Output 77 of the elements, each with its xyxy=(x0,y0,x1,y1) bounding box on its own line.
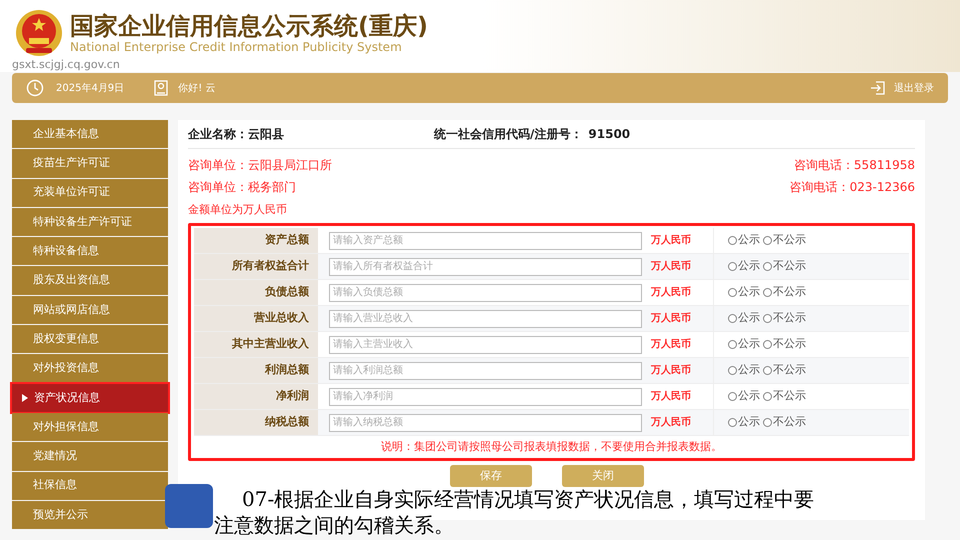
sidebar-item[interactable]: 党建情况 xyxy=(12,442,168,471)
sidebar-item[interactable]: 疫苗生产许可证 xyxy=(12,149,168,178)
radio-option[interactable]: 不公示 xyxy=(763,284,806,301)
unit-text: 万人民币 xyxy=(651,260,692,274)
user-icon xyxy=(154,80,168,96)
sidebar-item[interactable]: 特种设备信息 xyxy=(12,237,168,266)
radio-option[interactable]: 不公示 xyxy=(763,232,806,249)
radio-option[interactable]: 公示 xyxy=(728,414,760,431)
caption-text: 07-根据企业自身实际经营情况填写资产状况信息，填写过程中要 xyxy=(242,486,814,512)
sidebar-item[interactable]: 预览并公示 xyxy=(12,500,168,530)
unit-text: 万人民币 xyxy=(651,286,692,300)
credit-code-label: 统一社会信用代码/注册号： xyxy=(434,126,582,143)
amount-input[interactable]: 请输入利润总额 xyxy=(329,362,642,380)
field-label: 纳税总额 xyxy=(194,410,318,435)
field-label: 资产总额 xyxy=(194,228,318,253)
unit-text: 万人民币 xyxy=(651,338,692,352)
consult-unit: 咨询单位：云阳县局江口所 xyxy=(188,157,332,174)
field-label: 所有者权益合计 xyxy=(194,254,318,279)
unit-text: 万人民币 xyxy=(651,312,692,326)
sidebar-item[interactable]: 企业基本信息 xyxy=(12,120,168,148)
amount-input[interactable]: 请输入主营业收入 xyxy=(329,336,642,354)
radio-option[interactable]: 公示 xyxy=(728,336,760,353)
caption-text: 注意数据之间的勾稽关系。 xyxy=(214,512,454,538)
sidebar-item[interactable]: 对外投资信息 xyxy=(12,354,168,383)
field-label: 营业总收入 xyxy=(194,306,318,331)
unit-text: 万人民币 xyxy=(651,234,692,248)
sidebar-item[interactable]: 社保信息 xyxy=(12,472,168,500)
amount-input[interactable]: 请输入营业总收入 xyxy=(329,310,642,328)
triangle-icon xyxy=(22,394,28,402)
radio-option[interactable]: 不公示 xyxy=(763,258,806,275)
sidebar-item[interactable]: 网站或网店信息 xyxy=(12,296,168,324)
radio-option[interactable]: 不公示 xyxy=(763,336,806,353)
caption-marker xyxy=(165,484,213,528)
radio-option[interactable]: 不公示 xyxy=(763,310,806,327)
consult-phone: 咨询电话：023-12366 xyxy=(790,179,915,196)
form-note: 说明：集团公司请按照母公司报表填报数据，不要使用合并报表数据。 xyxy=(380,438,723,455)
amount-input[interactable]: 请输入所有者权益合计 xyxy=(329,258,642,276)
radio-option[interactable]: 不公示 xyxy=(763,414,806,431)
date-text: 2025年4月9日 xyxy=(56,82,124,96)
amount-unit-note: 金额单位为万人民币 xyxy=(188,203,287,216)
company-name-label: 企业名称： xyxy=(188,126,248,143)
site-title: 国家企业信用信息公示系统(重庆) xyxy=(70,12,428,40)
consult-unit: 咨询单位：税务部门 xyxy=(188,179,296,196)
radio-option[interactable]: 不公示 xyxy=(763,388,806,405)
sidebar-item[interactable]: 股东及出资信息 xyxy=(12,266,168,295)
radio-option[interactable]: 公示 xyxy=(728,232,760,249)
field-label: 负债总额 xyxy=(194,280,318,305)
site-url: gsxt.scjgj.cq.gov.cn xyxy=(12,58,121,71)
site-subtitle: National Enterprise Credit Information Publicity System xyxy=(70,40,403,54)
field-label: 其中主营业收入 xyxy=(194,332,318,357)
credit-code: 91500 xyxy=(588,126,630,143)
amount-input[interactable]: 请输入资产总额 xyxy=(329,232,642,250)
radio-option[interactable]: 公示 xyxy=(728,284,760,301)
sidebar-item[interactable]: 特种设备生产许可证 xyxy=(12,208,168,236)
company-name: 云阳县 xyxy=(248,126,284,143)
clock-icon xyxy=(26,79,44,97)
radio-option[interactable]: 公示 xyxy=(728,388,760,405)
radio-option[interactable]: 公示 xyxy=(728,258,760,275)
radio-option[interactable]: 公示 xyxy=(728,362,760,379)
radio-option[interactable]: 公示 xyxy=(728,310,760,327)
emblem-icon xyxy=(14,8,64,58)
unit-text: 万人民币 xyxy=(651,364,692,378)
consult-phone: 咨询电话：55811958 xyxy=(794,157,915,174)
field-label: 利润总额 xyxy=(194,358,318,383)
radio-option[interactable]: 不公示 xyxy=(763,362,806,379)
sidebar-item[interactable]: 股权变更信息 xyxy=(12,325,168,354)
amount-input[interactable]: 请输入纳税总额 xyxy=(329,414,642,432)
sidebar-item[interactable]: 资产状况信息 xyxy=(12,384,168,412)
greeting-text: 你好! 云 xyxy=(178,82,216,96)
logout-icon xyxy=(870,80,886,96)
field-label: 净利润 xyxy=(194,384,318,409)
amount-input[interactable]: 请输入净利润 xyxy=(329,388,642,406)
sidebar-item[interactable]: 充装单位许可证 xyxy=(12,178,168,207)
sidebar-item[interactable]: 对外担保信息 xyxy=(12,412,168,442)
unit-text: 万人民币 xyxy=(651,390,692,404)
amount-input[interactable]: 请输入负债总额 xyxy=(329,284,642,302)
unit-text: 万人民币 xyxy=(651,416,692,430)
